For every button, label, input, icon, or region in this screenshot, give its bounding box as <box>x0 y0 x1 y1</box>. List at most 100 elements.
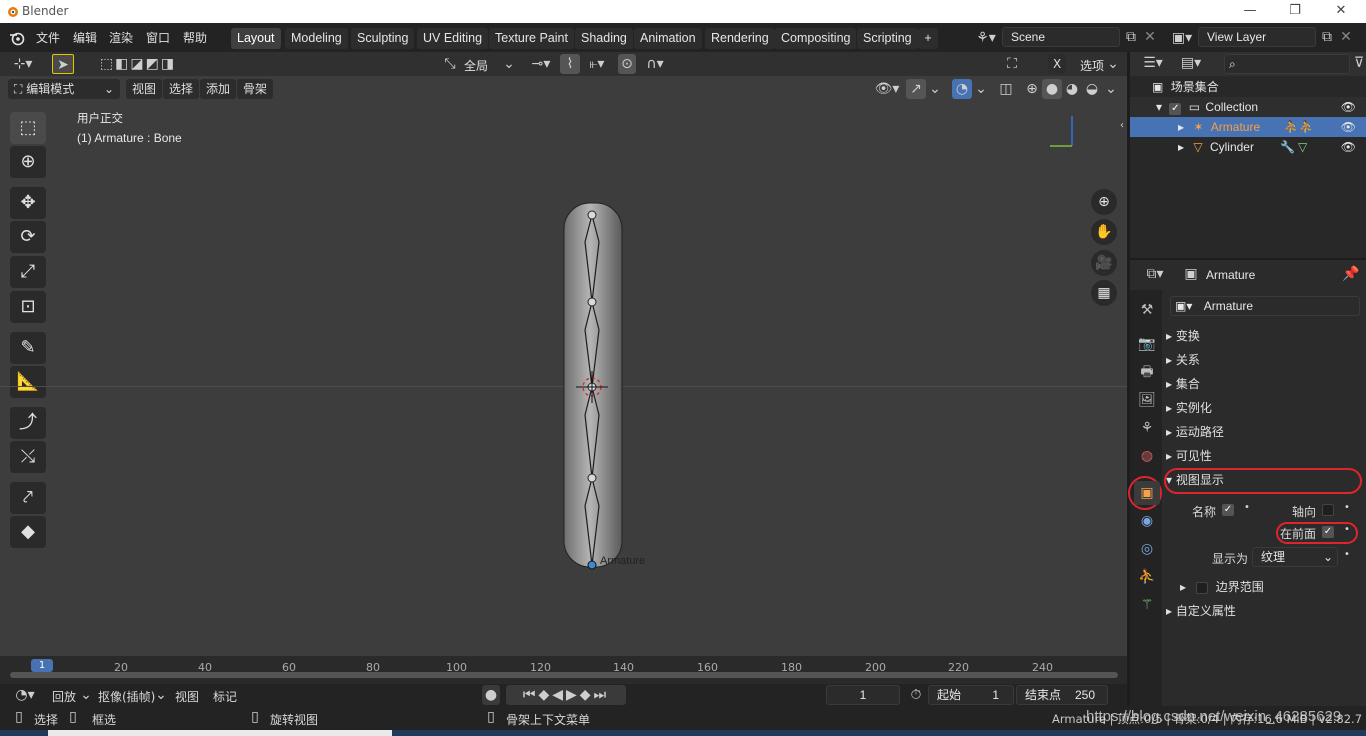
viewport-menu-view[interactable]: 视图 <box>126 79 163 99</box>
tab-sculpting[interactable]: Sculpting <box>351 28 415 49</box>
select-mode-icons[interactable]: ⬚◧◪◩◨ <box>90 54 186 74</box>
scene-browse-icon[interactable]: ⚘▾ <box>972 28 1000 48</box>
tab-uv-editing[interactable]: UV Editing <box>417 28 489 49</box>
tool-select-box[interactable]: ⬚ <box>10 112 46 144</box>
playback-dropdown-icon[interactable]: ⌄ <box>80 685 92 705</box>
armature-data-icon[interactable]: ⛹⛹ <box>1284 117 1314 137</box>
minimize-button[interactable]: — <box>1240 2 1260 20</box>
current-frame-field[interactable]: 1 <box>826 685 900 705</box>
render-tab-icon[interactable]: 📷 <box>1134 332 1160 356</box>
tool-bone-roll[interactable]: ⤴ <box>10 407 46 439</box>
add-workspace-button[interactable]: + <box>918 28 938 49</box>
tab-shading[interactable]: Shading <box>575 28 633 49</box>
rendered-shading-icon[interactable]: ◒ <box>1082 79 1102 99</box>
playback-menu[interactable]: 回放 <box>52 688 76 705</box>
panel-custom-properties[interactable]: ▸ 自定义属性 <box>1166 600 1236 622</box>
menu-window[interactable]: 窗口 <box>146 29 170 46</box>
mesh-data-icon[interactable]: ▽ <box>1298 137 1307 157</box>
keyframe-dot-icon[interactable]: • <box>1244 502 1250 513</box>
xray-icon[interactable]: ◫ <box>996 79 1016 99</box>
physics-tab-icon[interactable]: ◎ <box>1134 537 1160 561</box>
orientation-dropdown-icon[interactable]: ⌄ <box>502 54 516 74</box>
constraint-tab-icon[interactable]: ◉ <box>1134 509 1160 533</box>
sidebar-toggle-icon[interactable]: ‹ <box>1117 116 1127 136</box>
record-icon[interactable]: ● <box>482 685 500 705</box>
menu-help[interactable]: 帮助 <box>183 29 207 46</box>
outliner-row-scene-collection[interactable]: ▣ 场景集合 <box>1130 77 1366 97</box>
viewport-menu-add[interactable]: 添加 <box>200 79 237 99</box>
marker-menu[interactable]: 标记 <box>213 688 237 705</box>
x-mirror-button[interactable]: X <box>1048 54 1067 74</box>
snap-target-icon[interactable]: ⫦▾ <box>582 54 612 74</box>
outliner-row-collection[interactable]: ▾ ✓ ▭ Collection 👁 <box>1130 97 1366 117</box>
menu-render[interactable]: 渲染 <box>109 29 133 46</box>
visibility-selectability-icon[interactable]: 👁▾ <box>872 79 902 99</box>
display-mode-icon[interactable]: ▤▾ <box>1176 53 1206 73</box>
camera-view-button[interactable]: 🎥 <box>1091 250 1117 276</box>
tool-move[interactable]: ✥ <box>10 187 46 219</box>
overlays-dropdown-icon[interactable]: ⌄ <box>974 79 988 99</box>
scene-copy-icon[interactable]: ⧉ <box>1122 27 1140 47</box>
timeline-scrollbar[interactable] <box>10 672 1118 678</box>
view-layer-browse-icon[interactable]: ▣▾ <box>1168 28 1196 48</box>
tool-cursor[interactable]: ⊕ <box>10 146 46 178</box>
mode-selector[interactable]: ⛶ 编辑模式 ⌄ <box>8 79 120 99</box>
eye-icon[interactable]: 👁 <box>1341 117 1356 137</box>
tab-layout[interactable]: Layout <box>231 28 281 49</box>
view-layer-field[interactable]: View Layer <box>1198 27 1316 47</box>
view-layer-copy-icon[interactable]: ⧉ <box>1318 27 1336 47</box>
properties-editor-icon[interactable]: ⧉▾ <box>1140 264 1170 284</box>
axes-checkbox[interactable] <box>1322 504 1334 516</box>
solid-shading-icon[interactable]: ● <box>1042 79 1062 99</box>
view-layer-remove-icon[interactable]: ✕ <box>1338 27 1354 47</box>
eye-icon[interactable]: 👁 <box>1341 137 1356 157</box>
start-frame-field[interactable]: 起始 1 <box>928 685 1014 705</box>
blender-menu-icon[interactable] <box>9 30 25 46</box>
scene-remove-icon[interactable]: ✕ <box>1142 27 1158 47</box>
zoom-button[interactable]: ⊕ <box>1091 189 1117 215</box>
pivot-point-icon[interactable]: ⊸▾ <box>526 54 556 74</box>
tool-bone-envelope[interactable]: ◆ <box>10 516 46 548</box>
proportional-edit-icon[interactable]: ⊙ <box>618 54 636 74</box>
tool-tab-icon[interactable]: ⚒ <box>1134 298 1160 322</box>
tool-annotate[interactable]: ✎ <box>10 332 46 364</box>
transport-controls-icon[interactable]: ⏮◆◀▶◆⏭ <box>506 685 626 705</box>
output-tab-icon[interactable]: 🖶 <box>1134 360 1160 384</box>
keying-dropdown-icon[interactable]: ⌄ <box>155 685 167 705</box>
outliner-search-input[interactable]: ⌕ <box>1224 54 1350 74</box>
armature-data-tab-icon[interactable]: ⛹ <box>1134 565 1160 589</box>
outliner-editor-icon[interactable]: ☰▾ <box>1138 53 1168 73</box>
tool-extrude[interactable]: ⤤ <box>10 482 46 514</box>
panel-instancing[interactable]: ▸ 实例化 <box>1166 397 1212 419</box>
snap-icon[interactable]: ⌇ <box>560 54 580 74</box>
world-tab-icon[interactable]: ◍ <box>1134 444 1160 468</box>
viewport-menu-armature[interactable]: 骨架 <box>237 79 274 99</box>
tab-rendering[interactable]: Rendering <box>705 28 775 49</box>
timeline-editor-icon[interactable]: ◔▾ <box>10 685 40 705</box>
modifier-wrench-icon[interactable]: 🔧 <box>1280 137 1295 157</box>
scene-tab-icon[interactable]: ⚘ <box>1134 416 1160 440</box>
filter-icon[interactable]: ⊽ <box>1352 53 1366 73</box>
eye-icon[interactable]: 👁 <box>1341 97 1356 117</box>
tab-compositing[interactable]: Compositing <box>775 28 857 49</box>
outliner-row-armature[interactable]: ▸ ✶ Armature ⛹⛹ 👁 <box>1130 117 1366 137</box>
scene-name-field[interactable]: Scene <box>1002 27 1120 47</box>
armature-model[interactable] <box>554 200 634 580</box>
keyframe-dot-icon[interactable]: • <box>1344 502 1350 513</box>
panel-relations[interactable]: ▸ 关系 <box>1166 349 1200 371</box>
bone-tab-icon[interactable]: ⚚ <box>1134 593 1160 617</box>
transform-orientation-icon[interactable]: ⤡ <box>440 54 460 74</box>
falloff-icon[interactable]: ∩▾ <box>640 54 670 74</box>
menu-file[interactable]: 文件 <box>36 29 60 46</box>
material-shading-icon[interactable]: ◕ <box>1062 79 1082 99</box>
overlays-icon[interactable]: ◔ <box>952 79 972 99</box>
options-dropdown-icon[interactable]: ⌄ <box>1106 54 1120 74</box>
collection-checkbox-icon[interactable]: ✓ <box>1169 103 1182 115</box>
tab-animation[interactable]: Animation <box>634 28 702 49</box>
panel-bounds[interactable]: ▸ 边界范围 <box>1180 576 1264 598</box>
restore-button[interactable]: ❐ <box>1285 2 1305 20</box>
tool-scale[interactable]: ⤢ <box>10 256 46 288</box>
menu-edit[interactable]: 编辑 <box>73 29 97 46</box>
pin-icon[interactable]: 📌 <box>1342 264 1359 284</box>
display-as-dropdown[interactable]: 纹理 ⌄ <box>1252 547 1338 567</box>
